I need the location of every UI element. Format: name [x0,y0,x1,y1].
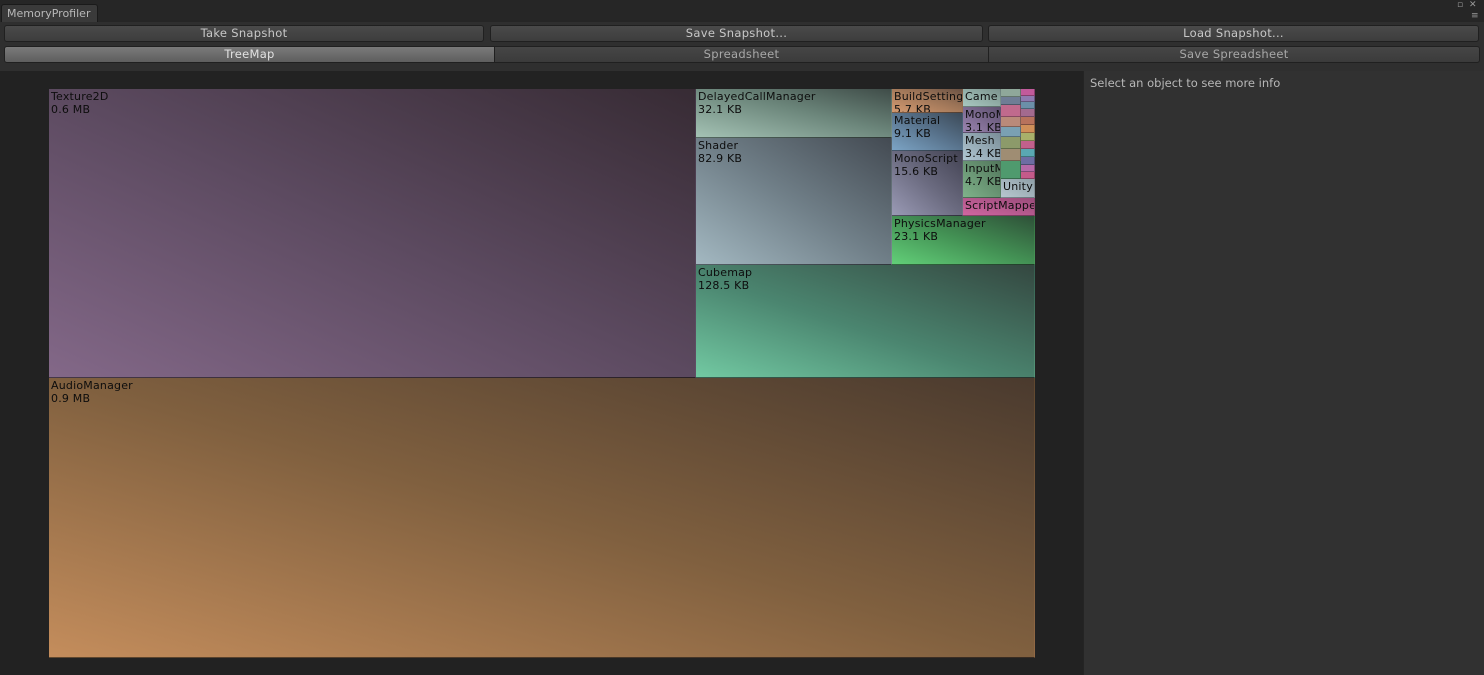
treemap-small-cell[interactable] [1021,157,1035,165]
cell-name: MonoM [965,108,1000,121]
cell-size: 23.1 KB [894,230,939,243]
treemap-small-cell[interactable] [1021,149,1035,157]
tab-treemap[interactable]: TreeMap [4,46,495,63]
snapshot-toolbar: Take Snapshot Save Snapshot... Load Snap… [0,22,1484,44]
treemap-small-cell[interactable] [1021,172,1035,179]
cell-name: Cubemap [698,266,753,279]
treemap-small-cell[interactable] [1001,97,1021,105]
cell-name: Mesh [965,134,995,147]
cell-name: PhysicsManager [894,217,986,230]
window-tab[interactable]: MemoryProfiler [1,4,98,22]
window-titlebar: MemoryProfiler ▫ ✕ ≡ [0,0,1484,22]
cell-size: 9.1 KB [894,127,931,140]
cell-name: MonoScript [894,152,958,165]
cell-name: InputM [965,162,1001,175]
cell-name: Shader [698,139,739,152]
load-snapshot-button[interactable]: Load Snapshot... [988,25,1479,42]
cell-size: 0.9 MB [51,392,91,405]
view-toolbar: TreeMap Spreadsheet Save Spreadsheet [0,44,1484,68]
object-info-text: Select an object to see more info [1090,76,1281,90]
cell-name: Material [894,114,941,127]
cell-size: 82.9 KB [698,152,743,165]
cell-name: DelayedCallManager [698,90,816,103]
treemap-cell-scriptmapper[interactable]: ScriptMappe [963,198,1035,216]
treemap-small-cell[interactable] [1001,161,1021,179]
menu-icon[interactable]: ≡ [1471,12,1479,21]
treemap-cell-inputmanager[interactable]: InputM 4.7 KB [963,161,1001,198]
treemap-small-cell[interactable] [1021,141,1035,149]
treemap-small-cell[interactable] [1021,102,1035,109]
treemap-small-cell[interactable] [1021,89,1035,96]
cell-name: AudioManager [51,379,133,392]
save-spreadsheet-button[interactable]: Save Spreadsheet [988,46,1480,63]
treemap-canvas[interactable]: Texture2D 0.6 MB AudioManager 0.9 MB Delay… [0,71,1083,675]
treemap-cell-material[interactable]: Material 9.1 KB [892,113,963,151]
treemap-small-cell[interactable] [1001,137,1021,149]
treemap-small-cell[interactable] [1001,117,1021,127]
treemap-cell-cubemap[interactable]: Cubemap 128.5 KB [696,265,1035,378]
treemap-small-cell[interactable] [1001,149,1021,161]
treemap-cell-physicsmanager[interactable]: PhysicsManager 23.1 KB [892,216,1035,265]
treemap-small-cell[interactable] [1021,125,1035,133]
tab-spreadsheet[interactable]: Spreadsheet [494,46,989,63]
treemap-small-cell[interactable] [1021,117,1035,125]
treemap-cell-unity[interactable]: Unity [1001,179,1035,198]
treemap-small-cell[interactable] [1021,165,1035,172]
cell-name: Unity [1003,180,1033,193]
cell-size: 128.5 KB [698,279,750,292]
treemap-cell-audiomanager[interactable]: AudioManager 0.9 MB [49,378,1035,658]
cell-size: 15.6 KB [894,165,939,178]
cell-name: Texture2D [51,90,109,103]
save-snapshot-button[interactable]: Save Snapshot... [490,25,983,42]
cell-name: BuildSetting [894,90,963,103]
treemap-cell-shader[interactable]: Shader 82.9 KB [696,138,892,265]
treemap-small-cell[interactable] [1001,127,1021,137]
treemap-cell-camera[interactable]: Came [963,89,1001,107]
treemap-cell-mesh[interactable]: Mesh 3.4 KB [963,133,1001,161]
object-info-panel: Select an object to see more info [1084,71,1484,675]
window-tab-label: MemoryProfiler [7,7,91,20]
cell-size: 3.4 KB [965,147,1001,160]
treemap-cell-monoscript[interactable]: MonoScript 15.6 KB [892,151,963,216]
treemap-cell-buildsettings[interactable]: BuildSetting 5.7 KB [892,89,963,113]
cell-size: 5.7 KB [894,103,931,113]
cell-size: 4.7 KB [965,175,1001,188]
cell-size: 3.1 KB [965,121,1001,133]
main-content: Texture2D 0.6 MB AudioManager 0.9 MB Delay… [0,71,1484,675]
treemap-small-cell[interactable] [1021,109,1035,117]
cell-name: Came [965,90,998,103]
cell-name: ScriptMappe [965,199,1035,212]
treemap-small-cell[interactable] [1001,89,1021,97]
close-icon[interactable]: ✕ [1469,1,1477,10]
treemap-cell-texture2d[interactable]: Texture2D 0.6 MB [49,89,696,378]
take-snapshot-button[interactable]: Take Snapshot [4,25,484,42]
cell-size: 32.1 KB [698,103,743,116]
treemap-small-cell[interactable] [1021,133,1035,141]
treemap-cell-delayedcallmanager[interactable]: DelayedCallManager 32.1 KB [696,89,892,138]
treemap-cell-monobehaviour[interactable]: MonoM3.1 KB [963,107,1001,133]
maximize-icon[interactable]: ▫ [1457,1,1463,10]
treemap-small-cell[interactable] [1001,105,1021,117]
cell-size: 0.6 MB [51,103,91,116]
